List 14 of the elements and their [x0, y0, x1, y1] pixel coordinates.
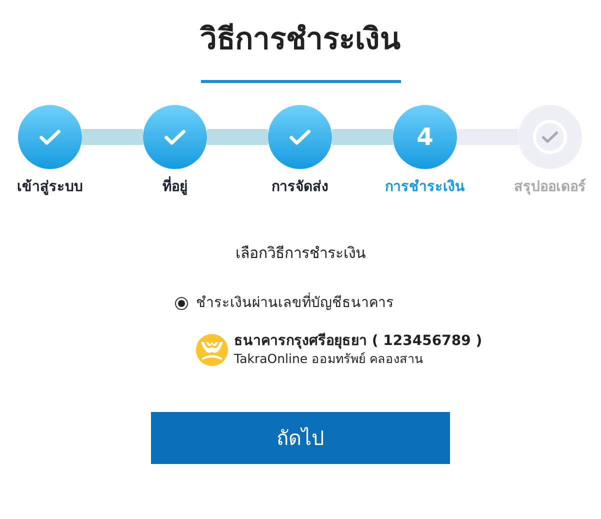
- current-step-number: 4: [393, 105, 457, 169]
- bank-account-name: ธนาคารกรุงศรีอยุธยา ( 123456789 ): [234, 332, 482, 350]
- radio-button[interactable]: [175, 296, 188, 310]
- bank-account-details: TakraOnline ออมทรัพย์ คลองสาน: [234, 350, 425, 368]
- step-label: ที่อยู่: [125, 177, 225, 198]
- page-title: วิธีการชำระเงิน: [198, 21, 402, 59]
- section-heading: เลือกวิธีการชำระเงิน: [234, 243, 366, 264]
- step-label: การจัดส่ง: [270, 178, 330, 197]
- step-label: สรุปออเดอร์: [513, 178, 587, 197]
- next-button[interactable]: ถัดไป: [151, 412, 450, 464]
- option-label: ชำระเงินผ่านเลขที่บัญชีธนาคาร: [196, 292, 394, 312]
- step-label: เข้าสู่ระบบ: [16, 178, 84, 197]
- step-label: การชำระเงิน: [384, 178, 466, 197]
- bank-logo-icon: [196, 334, 228, 366]
